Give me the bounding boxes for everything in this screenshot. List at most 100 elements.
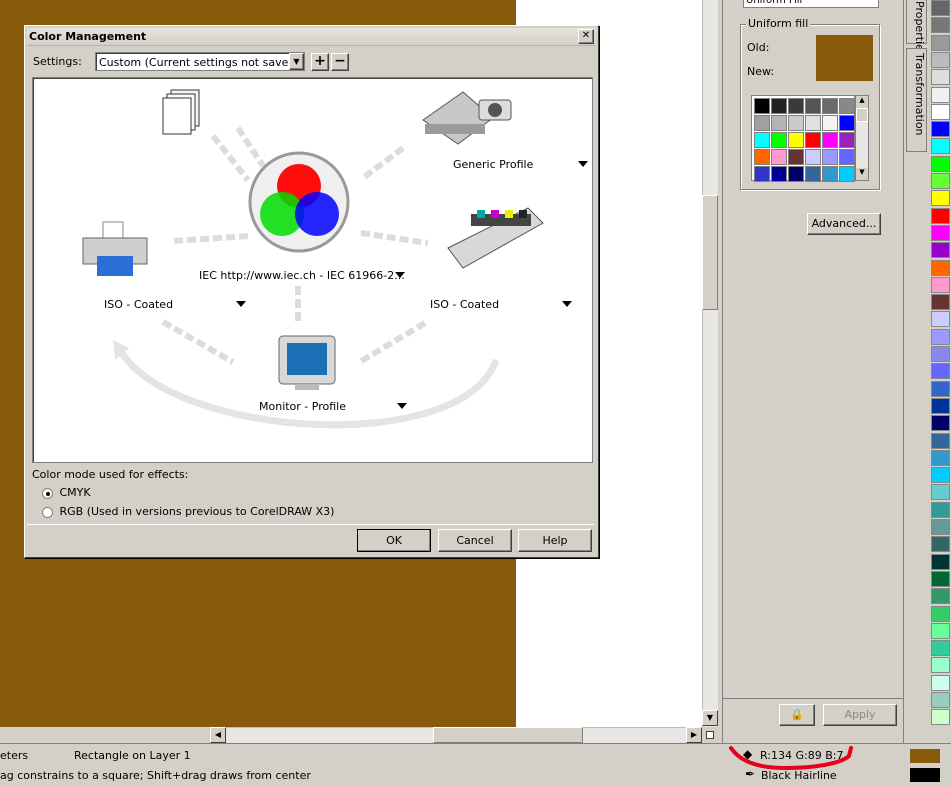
rgb-radio-button[interactable] xyxy=(42,506,53,518)
palette-swatch[interactable] xyxy=(931,328,950,345)
color-swatch[interactable] xyxy=(788,149,804,165)
printer-profile-dropdown-icon[interactable] xyxy=(236,301,246,307)
palette-swatch[interactable] xyxy=(931,657,950,674)
generic-profile-dropdown-icon[interactable] xyxy=(578,161,588,167)
palette-swatch[interactable] xyxy=(931,622,950,639)
color-swatch[interactable] xyxy=(839,132,855,148)
tab-transformation[interactable]: Transformation xyxy=(906,48,927,152)
color-swatch[interactable] xyxy=(805,98,821,114)
palette-swatch[interactable] xyxy=(931,415,950,432)
palette-swatch[interactable] xyxy=(931,432,950,449)
color-swatch[interactable] xyxy=(771,115,787,131)
color-swatch[interactable] xyxy=(771,149,787,165)
swatch-scrollbar[interactable]: ▲ ▼ xyxy=(855,95,869,181)
color-swatch[interactable] xyxy=(754,166,770,182)
swatch-scroll-thumb[interactable] xyxy=(856,108,868,122)
apply-button[interactable]: Apply xyxy=(823,704,897,726)
palette-swatch[interactable] xyxy=(931,190,950,207)
palette-swatch[interactable] xyxy=(931,484,950,501)
palette-swatch[interactable] xyxy=(931,570,950,587)
color-swatch[interactable] xyxy=(822,149,838,165)
color-swatch[interactable] xyxy=(805,149,821,165)
chevron-down-icon[interactable]: ▼ xyxy=(289,53,304,70)
fill-type-select[interactable]: Uniform Fill xyxy=(743,0,879,8)
palette-swatch[interactable] xyxy=(931,17,950,34)
palette-swatch[interactable] xyxy=(931,397,950,414)
palette-swatch[interactable] xyxy=(931,536,950,553)
palette-swatch[interactable] xyxy=(931,138,950,155)
color-swatch[interactable] xyxy=(839,98,855,114)
ok-button[interactable]: OK xyxy=(357,529,431,552)
color-swatch[interactable] xyxy=(788,115,804,131)
fill-color-indicator[interactable] xyxy=(910,749,940,763)
palette-swatch[interactable] xyxy=(931,51,950,68)
palette-swatch[interactable] xyxy=(931,155,950,172)
palette-swatch[interactable] xyxy=(931,553,950,570)
outline-color-indicator[interactable] xyxy=(910,768,940,782)
vertical-scroll-thumb[interactable] xyxy=(702,195,718,310)
palette-swatch[interactable] xyxy=(931,363,950,380)
advanced-button[interactable]: Advanced... xyxy=(807,213,881,235)
palette-swatch[interactable] xyxy=(931,692,950,708)
palette-swatch[interactable] xyxy=(931,276,950,293)
monitor-profile-dropdown-icon[interactable] xyxy=(397,403,407,409)
palette-swatch[interactable] xyxy=(931,311,950,328)
palette-swatch[interactable] xyxy=(931,34,950,51)
palette-swatch[interactable] xyxy=(931,588,950,605)
press-profile-dropdown-icon[interactable] xyxy=(562,301,572,307)
color-swatch[interactable] xyxy=(788,98,804,114)
palette-swatch[interactable] xyxy=(931,224,950,241)
horizontal-scroll-thumb[interactable] xyxy=(433,727,583,743)
cmyk-radio[interactable]: CMYK xyxy=(42,486,91,499)
palette-swatch[interactable] xyxy=(931,640,950,657)
palette-swatch[interactable] xyxy=(931,242,950,259)
color-swatch[interactable] xyxy=(822,132,838,148)
color-swatch[interactable] xyxy=(839,166,855,182)
rgb-radio[interactable]: RGB (Used in versions previous to CorelD… xyxy=(42,505,334,518)
color-swatch[interactable] xyxy=(822,98,838,114)
palette-swatch[interactable] xyxy=(931,0,950,16)
color-swatch[interactable] xyxy=(754,149,770,165)
color-swatch[interactable] xyxy=(788,132,804,148)
palette-swatch[interactable] xyxy=(931,121,950,138)
palette-swatch[interactable] xyxy=(931,346,950,362)
palette-swatch[interactable] xyxy=(931,467,950,484)
palette-swatch[interactable] xyxy=(931,605,950,622)
palette-swatch[interactable] xyxy=(931,709,950,726)
color-swatch[interactable] xyxy=(822,166,838,182)
close-button[interactable]: ✕ xyxy=(578,29,594,44)
palette-swatch[interactable] xyxy=(931,207,950,224)
swatch-scroll-down-icon[interactable]: ▼ xyxy=(856,168,868,180)
color-swatch[interactable] xyxy=(754,98,770,114)
color-swatch[interactable] xyxy=(754,132,770,148)
color-swatch[interactable] xyxy=(754,115,770,131)
palette-swatch[interactable] xyxy=(931,449,950,466)
color-swatch[interactable] xyxy=(771,98,787,114)
tab-properties[interactable]: Properties xyxy=(906,0,927,57)
remove-preset-button[interactable]: − xyxy=(331,53,349,71)
color-swatch[interactable] xyxy=(839,149,855,165)
lock-button[interactable]: 🔒 xyxy=(779,704,815,726)
color-swatch[interactable] xyxy=(822,115,838,131)
color-swatch[interactable] xyxy=(771,132,787,148)
document-profile-dropdown-icon[interactable] xyxy=(395,272,405,278)
color-swatch-grid[interactable] xyxy=(751,95,855,182)
scroll-down-button[interactable]: ▼ xyxy=(702,710,718,726)
help-button[interactable]: Help xyxy=(518,529,592,552)
palette-swatch[interactable] xyxy=(931,259,950,276)
cancel-button[interactable]: Cancel xyxy=(438,529,512,552)
scroll-right-button[interactable]: ▶ xyxy=(686,727,702,743)
cmyk-radio-button[interactable] xyxy=(42,487,53,499)
palette-swatch[interactable] xyxy=(931,501,950,518)
palette-swatch[interactable] xyxy=(931,86,950,103)
palette-swatch[interactable] xyxy=(931,103,950,120)
color-swatch[interactable] xyxy=(805,115,821,131)
palette-swatch[interactable] xyxy=(931,674,950,691)
color-swatch[interactable] xyxy=(839,115,855,131)
swatch-scroll-up-icon[interactable]: ▲ xyxy=(856,96,868,108)
scroll-left-button[interactable]: ◀ xyxy=(210,727,226,743)
palette-swatch[interactable] xyxy=(931,294,950,311)
color-swatch[interactable] xyxy=(805,132,821,148)
settings-dropdown[interactable]: Custom (Current settings not saved) ▼ xyxy=(95,52,305,71)
color-swatch[interactable] xyxy=(805,166,821,182)
